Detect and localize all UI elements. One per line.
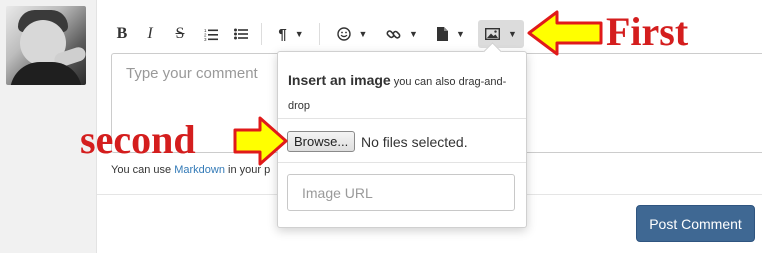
second-annotation: second xyxy=(80,117,196,162)
popup-title: Insert an image xyxy=(288,72,391,88)
user-avatar xyxy=(6,6,86,85)
toolbar-separator xyxy=(261,23,262,45)
file-dropdown[interactable]: ▼ xyxy=(433,20,469,48)
link-dropdown[interactable]: ▼ xyxy=(383,20,421,48)
file-icon xyxy=(437,27,449,41)
caret-down-icon: ▼ xyxy=(358,29,368,39)
caret-down-icon: ▼ xyxy=(508,29,517,39)
paragraph-dropdown[interactable]: ¶ ▼ xyxy=(273,20,309,48)
first-annotation: First xyxy=(606,9,689,54)
popup-divider xyxy=(278,118,526,119)
ordered-list-button[interactable]: 1 2 3 xyxy=(201,20,221,48)
bold-button[interactable]: B xyxy=(111,20,133,48)
help-prefix: You can use xyxy=(111,164,175,176)
image-url-input[interactable] xyxy=(287,174,515,211)
avatar-shirt xyxy=(10,62,82,85)
comment-placeholder: Type your comment xyxy=(126,65,258,82)
post-comment-button[interactable]: Post Comment xyxy=(636,205,755,242)
file-status: No files selected. xyxy=(361,134,468,150)
toolbar-separator xyxy=(319,23,320,45)
second-arrow-icon xyxy=(233,116,288,166)
ordered-list-icon: 1 2 3 xyxy=(204,28,218,41)
bullet-list-icon xyxy=(234,28,248,40)
link-icon xyxy=(386,29,401,39)
markdown-link[interactable]: Markdown xyxy=(174,164,225,176)
caret-down-icon: ▼ xyxy=(456,29,465,39)
image-icon xyxy=(485,28,501,40)
image-dropdown[interactable]: ▼ xyxy=(478,20,524,48)
popup-heading: Insert an image you can also drag-and-dr… xyxy=(288,68,518,118)
italic-button[interactable]: I xyxy=(141,20,159,48)
caret-down-icon: ▼ xyxy=(409,29,418,39)
bullet-list-button[interactable] xyxy=(231,20,251,48)
caret-down-icon: ▼ xyxy=(294,29,304,39)
browse-button[interactable]: Browse... xyxy=(287,131,356,152)
emoji-dropdown[interactable]: ▼ xyxy=(333,20,371,48)
popup-divider xyxy=(278,162,526,163)
strikethrough-button[interactable]: S xyxy=(171,20,189,48)
paragraph-icon: ¶ xyxy=(278,25,287,43)
insert-image-popup: Insert an image you can also drag-and-dr… xyxy=(277,42,527,228)
svg-text:3: 3 xyxy=(204,37,207,41)
smiley-icon xyxy=(336,27,351,41)
first-arrow-icon xyxy=(527,10,603,56)
